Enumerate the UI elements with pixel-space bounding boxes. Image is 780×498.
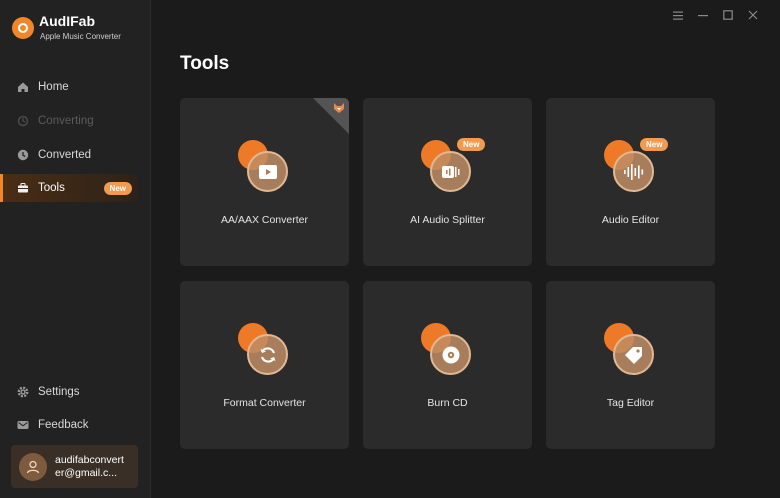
sidebar-item-label: Home (38, 81, 69, 93)
tool-card-audio-editor[interactable]: New Audio Editor (546, 98, 715, 266)
sidebar-item-settings[interactable]: Settings (0, 378, 138, 406)
home-icon (17, 81, 29, 93)
sidebar-item-feedback[interactable]: Feedback (0, 411, 138, 439)
sidebar: AudIFab Apple Music Converter Home Conve… (0, 0, 151, 498)
waveform-icon (613, 151, 654, 192)
tool-card-format-converter[interactable]: Format Converter (180, 281, 349, 449)
tool-card-tag-editor[interactable]: Tag Editor (546, 281, 715, 449)
refresh-icon (247, 334, 288, 375)
mail-icon (17, 419, 29, 431)
fox-icon (334, 103, 344, 113)
brand-name: AudIFab (39, 13, 95, 29)
avatar-icon (19, 452, 47, 481)
logo-icon (12, 16, 34, 39)
tool-card-burn-cd[interactable]: Burn CD (363, 281, 532, 449)
brand-subtitle: Apple Music Converter (40, 32, 121, 41)
tool-card-ai-audio-splitter[interactable]: New AI Audio Splitter (363, 98, 532, 266)
tag-icon (613, 334, 654, 375)
sidebar-item-label: Converting (38, 115, 94, 127)
window-controls (672, 8, 758, 22)
sidebar-item-label: Converted (38, 149, 92, 161)
audio-split-icon (430, 151, 471, 192)
sidebar-item-label: Settings (38, 386, 80, 398)
sidebar-item-converted[interactable]: Converted (0, 141, 138, 169)
tool-label: Burn CD (427, 397, 468, 409)
new-badge: New (640, 138, 669, 151)
tool-card-aa-aax-converter[interactable]: AA/AAX Converter (180, 98, 349, 266)
sidebar-item-tools[interactable]: Tools New (0, 174, 138, 202)
tool-label: AI Audio Splitter (410, 214, 485, 226)
gear-icon (17, 386, 29, 398)
tool-label: Tag Editor (606, 397, 655, 409)
account-card[interactable]: audifabconverter@gmail.c... (11, 445, 138, 488)
tool-label: AA/AAX Converter (221, 214, 308, 226)
app-window: AudIFab Apple Music Converter Home Conve… (0, 0, 780, 498)
close-icon[interactable] (747, 8, 758, 22)
sidebar-item-label: Tools (38, 182, 65, 194)
minimize-icon[interactable] (697, 8, 708, 22)
disc-icon (430, 334, 471, 375)
converting-icon (17, 115, 29, 127)
tool-label: Format Converter (223, 397, 306, 409)
toolbox-icon (17, 182, 29, 194)
play-icon (247, 151, 288, 192)
maximize-icon[interactable] (722, 8, 733, 22)
sidebar-item-home[interactable]: Home (0, 73, 138, 101)
tool-label: Audio Editor (601, 214, 660, 226)
sidebar-item-converting[interactable]: Converting (0, 107, 138, 135)
page-title: Tools (180, 53, 230, 74)
brand: AudIFab Apple Music Converter (12, 13, 121, 42)
clock-icon (17, 149, 29, 161)
account-email: audifabconverter@gmail.c... (55, 453, 124, 479)
menu-icon[interactable] (672, 8, 683, 22)
sidebar-item-label: Feedback (38, 419, 89, 431)
new-badge: New (457, 138, 486, 151)
new-badge: New (103, 182, 132, 195)
